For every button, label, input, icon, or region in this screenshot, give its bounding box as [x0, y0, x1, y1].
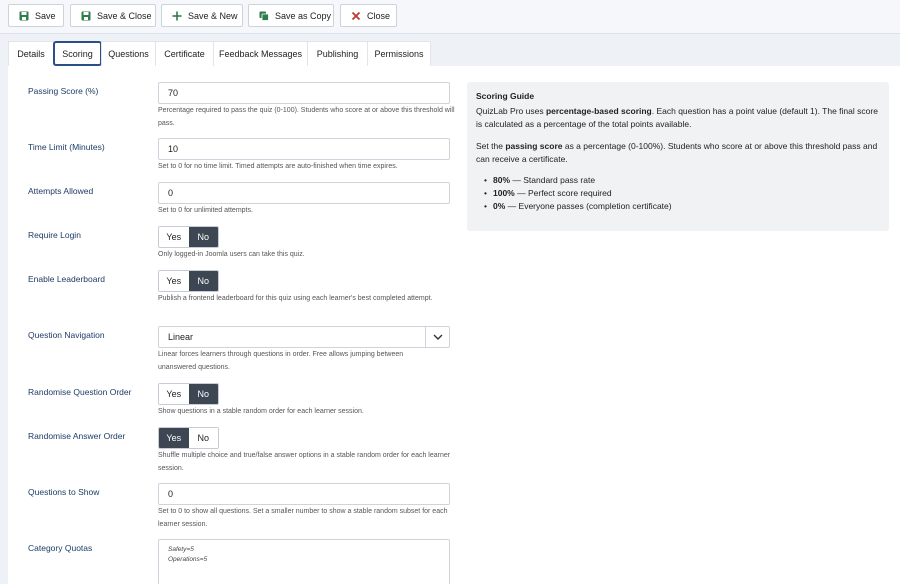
save-new-label: Save & New: [188, 11, 238, 21]
guide-item-value: 80%: [493, 175, 511, 185]
close-icon: [351, 11, 361, 21]
close-label: Close: [367, 11, 391, 21]
questions-to-show-label: Questions to Show: [28, 487, 100, 497]
rand-question-no[interactable]: No: [188, 384, 218, 404]
save-close-button[interactable]: Save & Close: [70, 4, 156, 27]
passing-score-help: Percentage required to pass the quiz (0-…: [158, 107, 455, 127]
require-login-help: Only logged-in Joomla users can take thi…: [158, 251, 305, 258]
tab-scoring[interactable]: Scoring: [53, 41, 102, 66]
tab-publishing[interactable]: Publishing: [307, 41, 368, 66]
attempts-input[interactable]: 0: [158, 182, 450, 204]
time-limit-help: Set to 0 for no time limit. Timed attemp…: [158, 163, 398, 170]
scoring-panel: Passing Score (%) 70 Percentage required…: [8, 66, 900, 584]
questions-to-show-input[interactable]: 0: [158, 483, 450, 505]
time-limit-input[interactable]: 10: [158, 138, 450, 160]
quota-line: Operations=5: [168, 556, 208, 563]
guide-emphasis: percentage-based scoring: [545, 106, 652, 116]
guide-list: 80% — Standard pass rate 100% — Perfect …: [484, 174, 672, 213]
tab-certificate[interactable]: Certificate: [155, 41, 214, 66]
rand-question-label: Randomise Question Order: [28, 387, 132, 397]
require-login-no[interactable]: No: [188, 227, 218, 247]
tab-feedback-messages[interactable]: Feedback Messages: [213, 41, 308, 66]
guide-paragraph-2: Set the passing score as a percentage (0…: [476, 140, 882, 166]
leaderboard-toggle: Yes No: [158, 270, 219, 292]
guide-item-value: 0%: [493, 201, 506, 211]
scoring-guide: Scoring Guide QuizLab Pro uses percentag…: [467, 82, 889, 231]
quota-line: Safety=5: [168, 546, 194, 553]
guide-text: Set the: [476, 141, 506, 151]
category-quotas-label: Category Quotas: [28, 543, 93, 553]
guide-title: Scoring Guide: [476, 91, 535, 101]
require-login-label: Require Login: [28, 230, 81, 240]
rand-answer-no[interactable]: No: [188, 428, 218, 448]
save-copy-button[interactable]: Save as Copy: [248, 4, 334, 27]
leaderboard-help: Publish a frontend leaderboard for this …: [158, 295, 433, 302]
require-login-yes[interactable]: Yes: [159, 227, 189, 247]
navigation-label: Question Navigation: [28, 330, 105, 340]
category-quotas-textarea[interactable]: Safety=5 Operations=5: [158, 539, 450, 584]
rand-answer-help: Shuffle multiple choice and true/false a…: [158, 452, 451, 472]
attempts-label: Attempts Allowed: [28, 186, 94, 196]
questions-to-show-help: Set to 0 to show all questions. Set a sm…: [158, 508, 448, 528]
guide-paragraph-1: QuizLab Pro uses percentage-based scorin…: [476, 105, 882, 131]
tab-permissions[interactable]: Permissions: [367, 41, 431, 66]
attempts-help: Set to 0 for unlimited attempts.: [158, 207, 253, 214]
passing-score-label: Passing Score (%): [28, 86, 99, 96]
rand-question-help: Show questions in a stable random order …: [158, 408, 364, 415]
leaderboard-yes[interactable]: Yes: [159, 271, 189, 291]
plus-icon: [172, 11, 182, 21]
save-close-label: Save & Close: [97, 11, 152, 21]
copy-icon: [259, 11, 269, 21]
guide-list-item: 0% — Everyone passes (completion certifi…: [484, 200, 672, 213]
navigation-select[interactable]: Linear: [158, 326, 450, 348]
floppy-disk-icon: [19, 11, 29, 21]
leaderboard-label: Enable Leaderboard: [28, 274, 106, 284]
guide-list-item: 100% — Perfect score required: [484, 187, 672, 200]
rand-question-yes[interactable]: Yes: [159, 384, 189, 404]
guide-item-text: — Everyone passes (completion certificat…: [505, 201, 672, 211]
save-new-button[interactable]: Save & New: [161, 4, 243, 27]
rand-question-toggle: Yes No: [158, 383, 219, 405]
rand-answer-label: Randomise Answer Order: [28, 431, 126, 441]
toolbar: Save Save & Close Save & New Save as Cop…: [0, 0, 900, 34]
time-limit-label: Time Limit (Minutes): [28, 142, 105, 152]
guide-item-text: — Perfect score required: [514, 188, 612, 198]
caret-box: [425, 327, 449, 347]
close-button[interactable]: Close: [340, 4, 397, 27]
guide-item-value: 100%: [493, 188, 515, 198]
save-copy-label: Save as Copy: [275, 11, 332, 21]
guide-item-text: — Standard pass rate: [510, 175, 596, 185]
navigation-value: Linear: [168, 332, 194, 342]
save-button[interactable]: Save: [8, 4, 64, 27]
chevron-down-icon: [433, 334, 443, 340]
guide-emphasis: passing score: [505, 141, 563, 151]
rand-answer-yes[interactable]: Yes: [159, 428, 189, 448]
tab-questions[interactable]: Questions: [101, 41, 156, 66]
guide-list-item: 80% — Standard pass rate: [484, 174, 672, 187]
leaderboard-no[interactable]: No: [188, 271, 218, 291]
passing-score-input[interactable]: 70: [158, 82, 450, 104]
save-label: Save: [35, 11, 56, 21]
floppy-disk-icon: [81, 11, 91, 21]
require-login-toggle: Yes No: [158, 226, 219, 248]
rand-answer-toggle: Yes No: [158, 427, 219, 449]
guide-text: QuizLab Pro uses: [476, 106, 546, 116]
navigation-help: Linear forces learners through questions…: [158, 351, 404, 371]
tab-details[interactable]: Details: [8, 41, 54, 66]
